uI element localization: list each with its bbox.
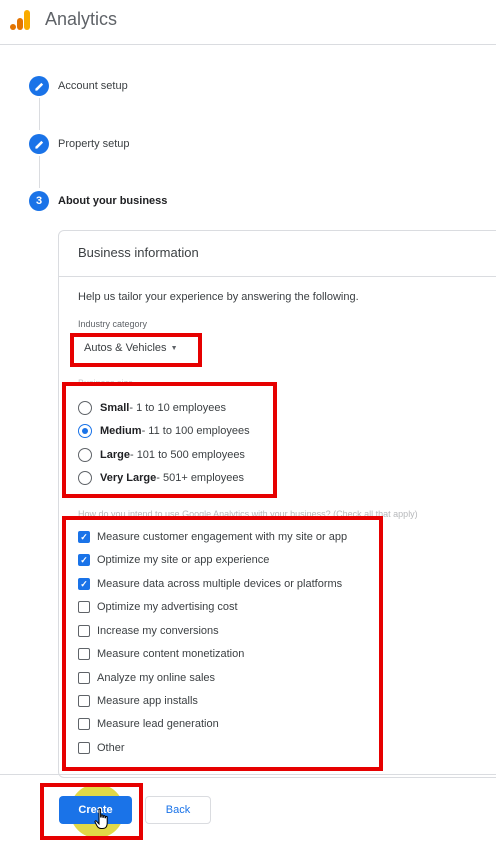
step-about-business: About your business xyxy=(58,195,168,207)
intro-text: Help us tailor your experience by answer… xyxy=(78,291,359,303)
pencil-icon xyxy=(34,140,43,149)
industry-category-label: Industry category xyxy=(78,319,148,329)
footer-divider xyxy=(0,774,496,775)
step-property-setup[interactable]: Property setup xyxy=(58,138,130,150)
annotation-highlight-create xyxy=(40,783,143,840)
analytics-logo-icon[interactable] xyxy=(9,9,31,31)
annotation-highlight-business-size xyxy=(62,382,277,498)
annotation-highlight-industry xyxy=(70,333,202,367)
annotation-highlight-usage xyxy=(62,516,383,771)
stepper-connector xyxy=(38,156,40,188)
app-title: Analytics xyxy=(45,9,118,29)
pencil-icon xyxy=(34,82,43,91)
stepper-connector xyxy=(38,98,40,130)
card-divider xyxy=(59,276,496,277)
step-account-setup[interactable]: Account setup xyxy=(58,80,128,92)
step-property-completed-icon[interactable] xyxy=(29,134,49,154)
back-button[interactable]: Back xyxy=(145,796,211,824)
step-number-badge: 3 xyxy=(29,191,49,211)
card-title: Business information xyxy=(78,245,199,260)
app-header: Analytics xyxy=(0,0,496,45)
step-account-completed-icon[interactable] xyxy=(29,76,49,96)
